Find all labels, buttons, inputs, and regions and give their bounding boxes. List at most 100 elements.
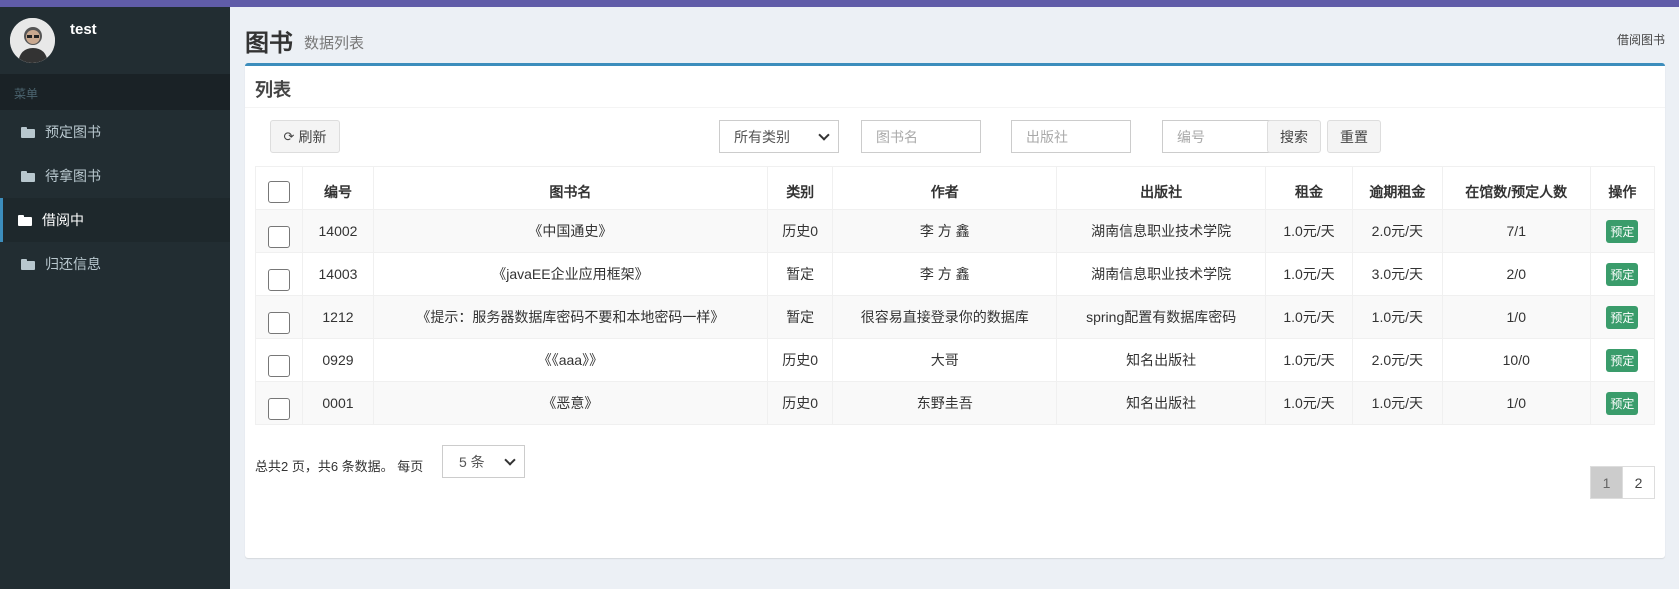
category-select[interactable]: 所有类别 (719, 120, 839, 153)
table-header-row: 编号 图书名 类别 作者 出版社 租金 逾期租金 在馆数/预定人数 操作 (254, 166, 1656, 210)
cell-stock: 1/0 (1441, 381, 1591, 425)
row-select-cell (254, 252, 304, 296)
breadcrumb[interactable]: 借阅图书 (1617, 31, 1665, 48)
cell-rent: 1.0元/天 (1265, 295, 1353, 339)
reset-button[interactable]: 重置 (1327, 120, 1381, 153)
table-row: 14003 《javaEE企业应用框架》 暂定 李 方 鑫 湖南信息职业技术学院… (254, 252, 1656, 296)
cell-author: 李 方 鑫 (832, 209, 1058, 253)
reserve-button[interactable]: 预定 (1606, 219, 1639, 243)
sidebar-item-label: 待拿图书 (45, 168, 101, 184)
column-header[interactable]: 在馆数/预定人数 (1441, 166, 1591, 210)
table-row: 1212 《提示：服务器数据库密码不要和本地密码一样》 暂定 很容易直接登录你的… (254, 295, 1656, 339)
cell-id: 1212 (302, 295, 374, 339)
cell-rent: 1.0元/天 (1265, 381, 1353, 425)
column-header[interactable]: 图书名 (372, 166, 769, 210)
column-header[interactable]: 类别 (767, 166, 834, 210)
cell-book-name: 《《aaa》》 (372, 338, 769, 382)
table-row: 0001 《恶意》 历史0 东野圭吾 知名出版社 1.0元/天 1.0元/天 1… (254, 381, 1656, 425)
sidebar-item-return-info[interactable]: 归还信息 (0, 242, 230, 286)
publisher-input[interactable] (1011, 120, 1131, 153)
list-box: 列表 ⟳ 刷新 所有类别 搜索 重置 编号 图书名 (245, 63, 1665, 558)
number-input[interactable] (1162, 120, 1282, 153)
sidebar-item-borrowing[interactable]: 借阅中 (0, 198, 230, 242)
box-divider (245, 107, 1665, 108)
cell-publisher: 知名出版社 (1056, 381, 1267, 425)
reserve-button[interactable]: 预定 (1606, 305, 1639, 329)
sidebar-item-label: 借阅中 (42, 212, 84, 228)
cell-action: 预定 (1589, 381, 1656, 425)
cell-rent: 1.0元/天 (1265, 209, 1353, 253)
cell-category: 历史0 (767, 381, 834, 425)
cell-overdue-rent: 2.0元/天 (1351, 209, 1443, 253)
cell-action: 预定 (1589, 209, 1656, 253)
refresh-icon: ⟳ (283, 128, 295, 144)
row-checkbox[interactable] (268, 225, 291, 248)
sidebar: test 菜单 预定图书 待拿图书 借阅中 归还信息 (0, 7, 230, 589)
reserve-button[interactable]: 预定 (1606, 391, 1639, 415)
cell-overdue-rent: 2.0元/天 (1351, 338, 1443, 382)
chevron-down-icon (818, 128, 830, 141)
page-button-2[interactable]: 2 (1622, 466, 1655, 499)
cell-rent: 1.0元/天 (1265, 338, 1353, 382)
cell-stock: 10/0 (1441, 338, 1591, 382)
cell-action: 预定 (1589, 295, 1656, 339)
select-all-checkbox[interactable] (268, 180, 291, 203)
folder-icon (18, 215, 32, 226)
folder-icon (21, 259, 35, 270)
refresh-button[interactable]: ⟳ 刷新 (270, 120, 340, 153)
column-header[interactable]: 作者 (832, 166, 1058, 210)
page-title: 图书 (245, 30, 293, 57)
top-accent-bar (0, 0, 1679, 7)
row-checkbox[interactable] (268, 397, 291, 420)
cell-book-name: 《中国通史》 (372, 209, 769, 253)
cell-id: 0001 (302, 381, 374, 425)
cell-id: 0929 (302, 338, 374, 382)
cell-publisher: 湖南信息职业技术学院 (1056, 252, 1267, 296)
cell-publisher: spring配置有数据库密码 (1056, 295, 1267, 339)
page-size-select[interactable]: 5 条 (442, 445, 525, 478)
cell-category: 暂定 (767, 295, 834, 339)
category-select-value: 所有类别 (734, 128, 790, 145)
page-button-1[interactable]: 1 (1590, 466, 1623, 499)
username: test (70, 21, 97, 38)
cell-action: 预定 (1589, 338, 1656, 382)
sidebar-item-reserve-books[interactable]: 预定图书 (0, 110, 230, 154)
sidebar-menu: 预定图书 待拿图书 借阅中 归还信息 (0, 110, 230, 286)
chevron-down-icon (504, 453, 516, 466)
avatar[interactable] (10, 18, 55, 63)
search-button[interactable]: 搜索 (1267, 120, 1321, 153)
cell-author: 大哥 (832, 338, 1058, 382)
row-checkbox[interactable] (268, 268, 291, 291)
column-header[interactable]: 编号 (302, 166, 374, 210)
row-checkbox[interactable] (268, 311, 291, 334)
cell-overdue-rent: 3.0元/天 (1351, 252, 1443, 296)
sidebar-item-label: 预定图书 (45, 124, 101, 140)
cell-stock: 7/1 (1441, 209, 1591, 253)
cell-overdue-rent: 1.0元/天 (1351, 295, 1443, 339)
cell-book-name: 《恶意》 (372, 381, 769, 425)
row-select-cell (254, 381, 304, 425)
cell-rent: 1.0元/天 (1265, 252, 1353, 296)
reserve-button[interactable]: 预定 (1606, 262, 1639, 286)
cell-action: 预定 (1589, 252, 1656, 296)
reserve-button[interactable]: 预定 (1606, 348, 1639, 372)
cell-category: 历史0 (767, 209, 834, 253)
book-name-input[interactable] (861, 120, 981, 153)
cell-author: 很容易直接登录你的数据库 (832, 295, 1058, 339)
row-select-cell (254, 338, 304, 382)
column-header[interactable]: 租金 (1265, 166, 1353, 210)
user-panel: test (0, 7, 230, 74)
box-title: 列表 (255, 80, 291, 100)
row-checkbox[interactable] (268, 354, 291, 377)
cell-author: 李 方 鑫 (832, 252, 1058, 296)
avatar-image-icon (10, 18, 55, 63)
cell-stock: 2/0 (1441, 252, 1591, 296)
table-row: 0929 《《aaa》》 历史0 大哥 知名出版社 1.0元/天 2.0元/天 … (254, 338, 1656, 382)
sidebar-item-pending-pickup[interactable]: 待拿图书 (0, 154, 230, 198)
pagination: 1 2 (1590, 466, 1655, 499)
page-subtitle: 数据列表 (304, 35, 365, 52)
column-header[interactable]: 逾期租金 (1351, 166, 1443, 210)
cell-publisher: 知名出版社 (1056, 338, 1267, 382)
refresh-label: 刷新 (298, 128, 327, 145)
column-header[interactable]: 出版社 (1056, 166, 1267, 210)
